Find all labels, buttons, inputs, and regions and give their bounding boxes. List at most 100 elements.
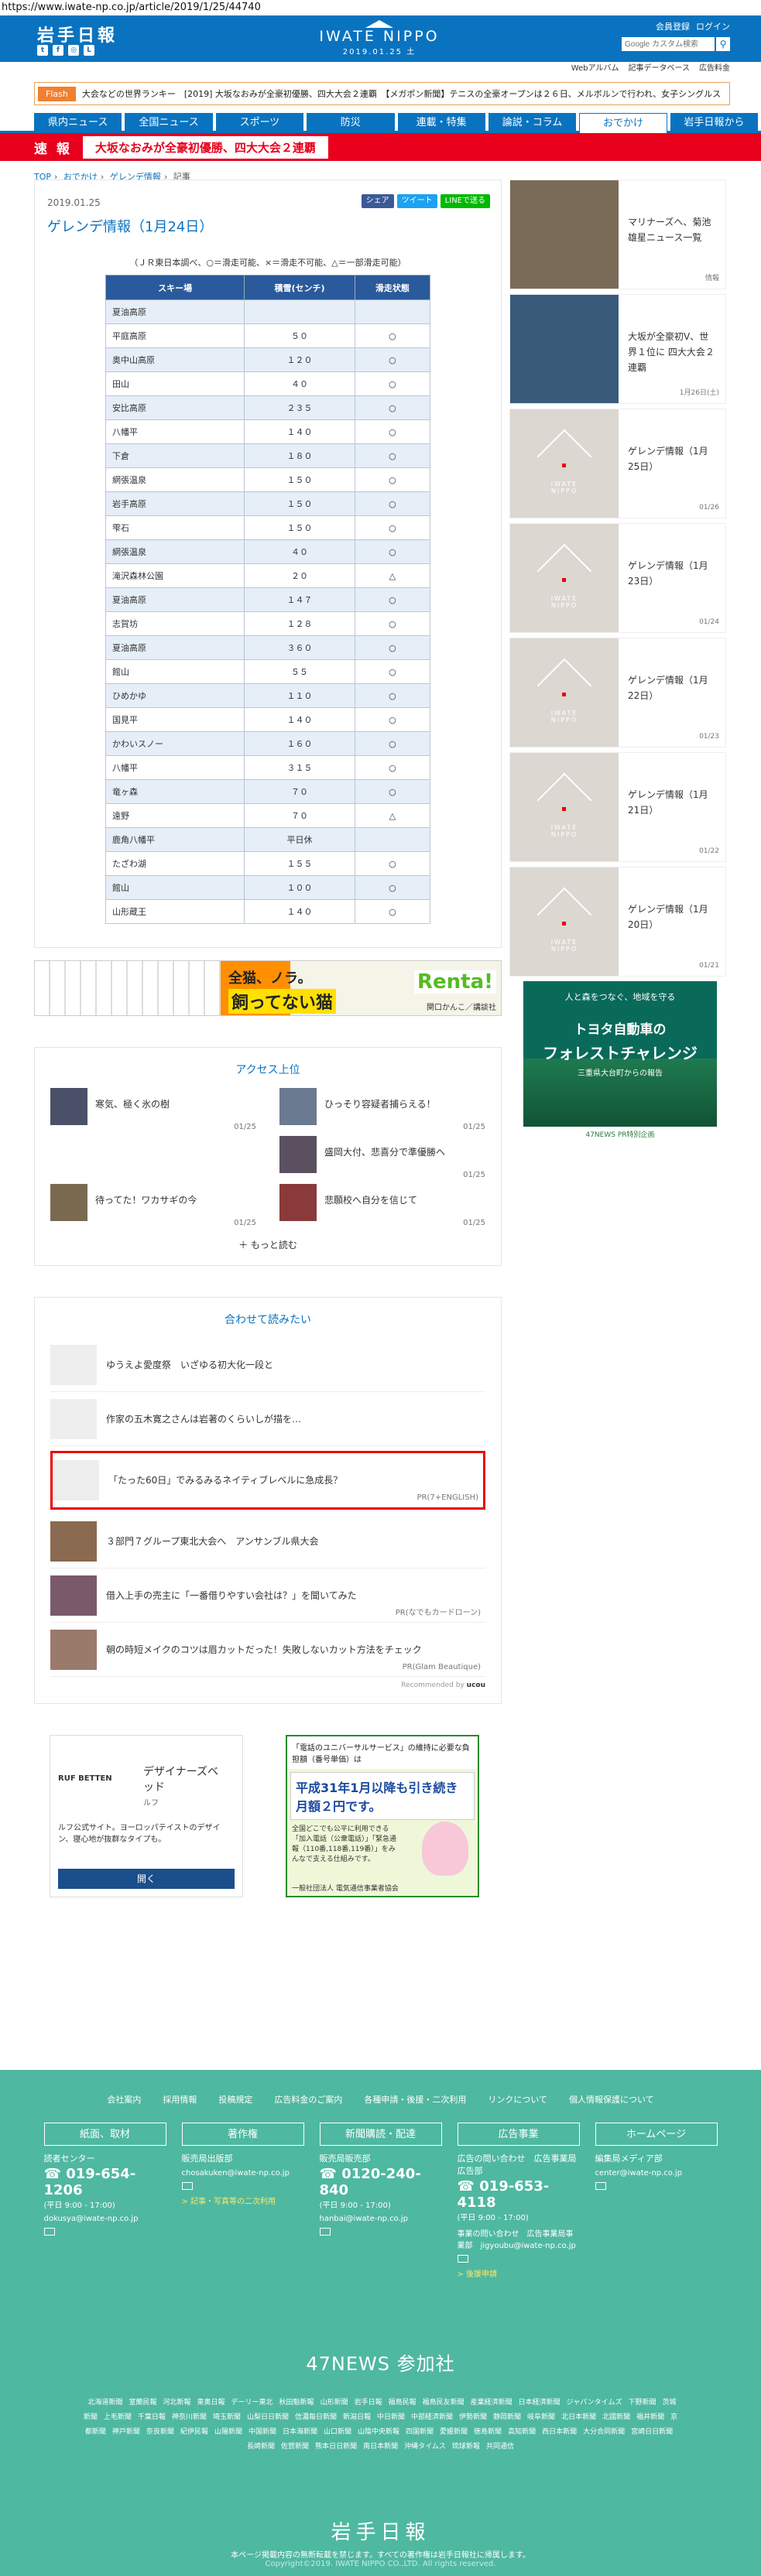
related-item[interactable]: 朝の時短メイクのコツは眉カットだった！失敗しないカット方法をチェック PR(Gla…	[50, 1623, 485, 1677]
ranking-item[interactable]: 待ってた！ワカサギの今 01/25	[50, 1184, 256, 1232]
footer-link[interactable]: 採用情報	[163, 2093, 197, 2106]
footer-mail[interactable]: chosakuken@iwate-np.co.jp	[182, 2169, 304, 2177]
paper-link[interactable]: 沖縄タイムス	[404, 2443, 446, 2451]
nav-column[interactable]: 論説・コラム	[488, 113, 577, 133]
footer-mail[interactable]: center@iwate-np.co.jp	[595, 2169, 718, 2177]
mail-icon[interactable]	[181, 2182, 193, 2190]
paper-link[interactable]: 西日本新聞	[542, 2428, 577, 2436]
mail-icon[interactable]	[319, 2228, 331, 2236]
footer-yellow-link[interactable]: > 記事・写真等の二次利用	[182, 2195, 304, 2206]
footer-link[interactable]: 各種申請・後援・二次利用	[364, 2093, 466, 2106]
paper-link[interactable]: 宮崎日日新聞	[631, 2428, 673, 2436]
toyota-forest-ad[interactable]: 人と森をつなぐ、地域を守る トヨタ自動車の フォレストチャレンジ 三重県大台町か…	[523, 981, 717, 1144]
album-link[interactable]: Webアルバム	[571, 64, 619, 73]
login-link[interactable]: ログイン	[696, 22, 730, 32]
paper-link[interactable]: 信濃毎日新聞	[295, 2414, 337, 2421]
paper-link[interactable]: 東奥日報	[197, 2399, 225, 2407]
tweet-button[interactable]: ツイート	[396, 194, 437, 208]
side-item[interactable]: IWATE NIPPO ゲレンデ情報（1月22日） 01/23	[509, 638, 726, 747]
side-item[interactable]: IWATE NIPPO ゲレンデ情報（1月21日） 01/22	[509, 752, 726, 862]
footer-mail[interactable]: dokusya@iwate-np.co.jp	[44, 2215, 166, 2223]
nav-national[interactable]: 全国ニュース	[125, 113, 213, 133]
ranking-item[interactable]: 盛岡大付、悲喜分で準優勝へ 01/25	[279, 1136, 485, 1184]
paper-link[interactable]: 紀伊民報	[180, 2428, 208, 2436]
paper-link[interactable]: 愛媛新聞	[440, 2428, 468, 2436]
paper-link[interactable]: 中国新聞	[249, 2428, 276, 2436]
paper-link[interactable]: 山形新聞	[321, 2399, 348, 2407]
footer-link[interactable]: 個人情報保護について	[569, 2093, 654, 2106]
paper-link[interactable]: 新潟日報	[343, 2414, 371, 2421]
paper-link[interactable]: 秋田魁新報	[279, 2399, 314, 2407]
paper-link[interactable]: 山梨日日新聞	[247, 2414, 289, 2421]
paper-link[interactable]: 中部経済新聞	[411, 2414, 453, 2421]
side-item[interactable]: 大坂が全豪初V、世界１位に 四大大会２連覇 1月26日(土)	[509, 294, 726, 404]
side-title[interactable]: ゲレンデ情報（1月23日）	[628, 558, 718, 589]
furniture-ad[interactable]: RUF BETTEN デザイナーズベッド ルフ ルフ公式サイト。ヨーロッパテイス…	[50, 1735, 243, 1897]
side-title[interactable]: ゲレンデ情報（1月25日）	[628, 443, 718, 474]
related-item[interactable]: 「たった60日」でみるみるネイティブレベルに急成長？ PR(7+ENGLISH)	[53, 1453, 483, 1507]
side-title[interactable]: 大坂が全豪初V、世界１位に 四大大会２連覇	[628, 329, 718, 375]
footer-col-head[interactable]: ホームページ	[595, 2123, 718, 2146]
related-title[interactable]: ゆうえよ愛度祭 いざゆる初大化一段と	[106, 1358, 273, 1371]
side-title[interactable]: ゲレンデ情報（1月20日）	[628, 901, 718, 932]
side-item[interactable]: IWATE NIPPO ゲレンデ情報（1月25日） 01/26	[509, 409, 726, 518]
ranking-title[interactable]: 待ってた！ワカサギの今	[95, 1193, 197, 1232]
ranking-item[interactable]	[50, 1136, 256, 1184]
related-item[interactable]: ゆうえよ愛度祭 いざゆる初大化一段と	[50, 1338, 485, 1392]
register-link[interactable]: 会員登録	[656, 22, 690, 32]
side-item[interactable]: マリナーズへ、菊池雄星ニュース一覧 情報	[509, 180, 726, 289]
footer-col-head[interactable]: 広告事業	[457, 2123, 580, 2146]
phone-service-ad[interactable]: 「電話のユニバーサルサービス」の維持に必要な負担額（番号単価）は 平成31年1月…	[286, 1735, 479, 1897]
related-title[interactable]: 作家の五木寛之さんは岩著のくらいしが描を…	[106, 1412, 301, 1425]
twitter-icon[interactable]: t	[37, 45, 48, 56]
nav-sports[interactable]: スポーツ	[215, 113, 304, 133]
related-item[interactable]: 作家の五木寛之さんは岩著のくらいしが描を…	[50, 1392, 485, 1446]
footer-col-head[interactable]: 紙面、取材	[43, 2123, 166, 2146]
mail-icon[interactable]	[43, 2228, 55, 2236]
more-button[interactable]: ＋ もっと読む	[50, 1238, 485, 1251]
paper-link[interactable]: 佐賀新聞	[281, 2443, 309, 2451]
related-title[interactable]: ３部門７グループ東北大会へ アンサンブル県大会	[106, 1534, 318, 1548]
paper-link[interactable]: 中日新聞	[377, 2414, 405, 2421]
paper-link[interactable]: 琉球新報	[452, 2443, 480, 2451]
breaking-text[interactable]: 大坂なおみが全豪初優勝、四大大会２連覇	[82, 135, 328, 159]
mail-icon[interactable]	[457, 2255, 468, 2263]
paper-link[interactable]: ジャパンタイムズ	[567, 2399, 622, 2407]
paper-link[interactable]: デーリー東北	[231, 2399, 273, 2407]
footer-yellow-link[interactable]: > 後援申請	[458, 2267, 580, 2279]
ranking-item[interactable]: 寒気、極く氷の樹 01/25	[50, 1088, 256, 1136]
paper-link[interactable]: 四国新聞	[406, 2428, 434, 2436]
paper-link[interactable]: 岐阜新聞	[527, 2414, 555, 2421]
paper-link[interactable]: 高知新聞	[508, 2428, 536, 2436]
paper-link[interactable]: 上毛新聞	[104, 2414, 132, 2421]
side-item[interactable]: IWATE NIPPO ゲレンデ情報（1月20日） 01/21	[509, 867, 726, 977]
paper-link[interactable]: 北海道新聞	[87, 2399, 122, 2407]
paper-link[interactable]: 下野新聞	[628, 2399, 656, 2407]
footer-mail[interactable]: hanbai@iwate-np.co.jp	[320, 2215, 442, 2223]
related-item[interactable]: ３部門７グループ東北大会へ アンサンブル県大会	[50, 1514, 485, 1569]
paper-link[interactable]: 共同通信	[486, 2443, 514, 2451]
manga-ad-banner[interactable]: 全猫、ノラ。 飼ってない猫 Renta! 関口かんこ／講談社	[34, 960, 502, 1016]
paper-link[interactable]: 静岡新聞	[493, 2414, 521, 2421]
related-item[interactable]: 借入上手の売主に「一番借りやすい会社は？」を聞いてみた PR(なでもカードローン)	[50, 1569, 485, 1623]
paper-link[interactable]: 山口新聞	[324, 2428, 351, 2436]
ranking-item[interactable]: ひっそり容疑者捕らえる！ 01/25	[279, 1088, 485, 1136]
site-logo[interactable]: 岩手日報	[37, 22, 118, 46]
ranking-title[interactable]: 悲願校へ自分を信じて	[324, 1193, 417, 1232]
side-item[interactable]: IWATE NIPPO ゲレンデ情報（1月23日） 01/24	[509, 523, 726, 633]
paper-link[interactable]: 福島民友新聞	[423, 2399, 464, 2407]
side-title[interactable]: ゲレンデ情報（1月21日）	[628, 787, 718, 818]
mail-icon[interactable]	[595, 2182, 606, 2190]
ranking-item[interactable]: 悲願校へ自分を信じて 01/25	[279, 1184, 485, 1232]
footer-link[interactable]: 投稿規定	[218, 2093, 252, 2106]
footer-logo[interactable]: 岩手日報	[0, 2516, 761, 2545]
footer-col-head[interactable]: 著作権	[181, 2123, 304, 2146]
paper-link[interactable]: 千葉日報	[138, 2414, 166, 2421]
paper-link[interactable]: 埼玉新聞	[213, 2414, 241, 2421]
footer-mail[interactable]: 事業の問い合わせ 広告事業局事業部 jigyoubu@iwate-np.co.j…	[458, 2227, 580, 2250]
ad-open-button[interactable]: 開く	[58, 1869, 235, 1889]
related-title[interactable]: 朝の時短メイクのコツは眉カットだった！失敗しないカット方法をチェック	[106, 1643, 422, 1656]
footer-col-head[interactable]: 新聞購読・配達	[319, 2123, 442, 2146]
instagram-icon[interactable]: ◎	[68, 45, 79, 56]
fb-share-button[interactable]: シェア	[361, 194, 394, 208]
